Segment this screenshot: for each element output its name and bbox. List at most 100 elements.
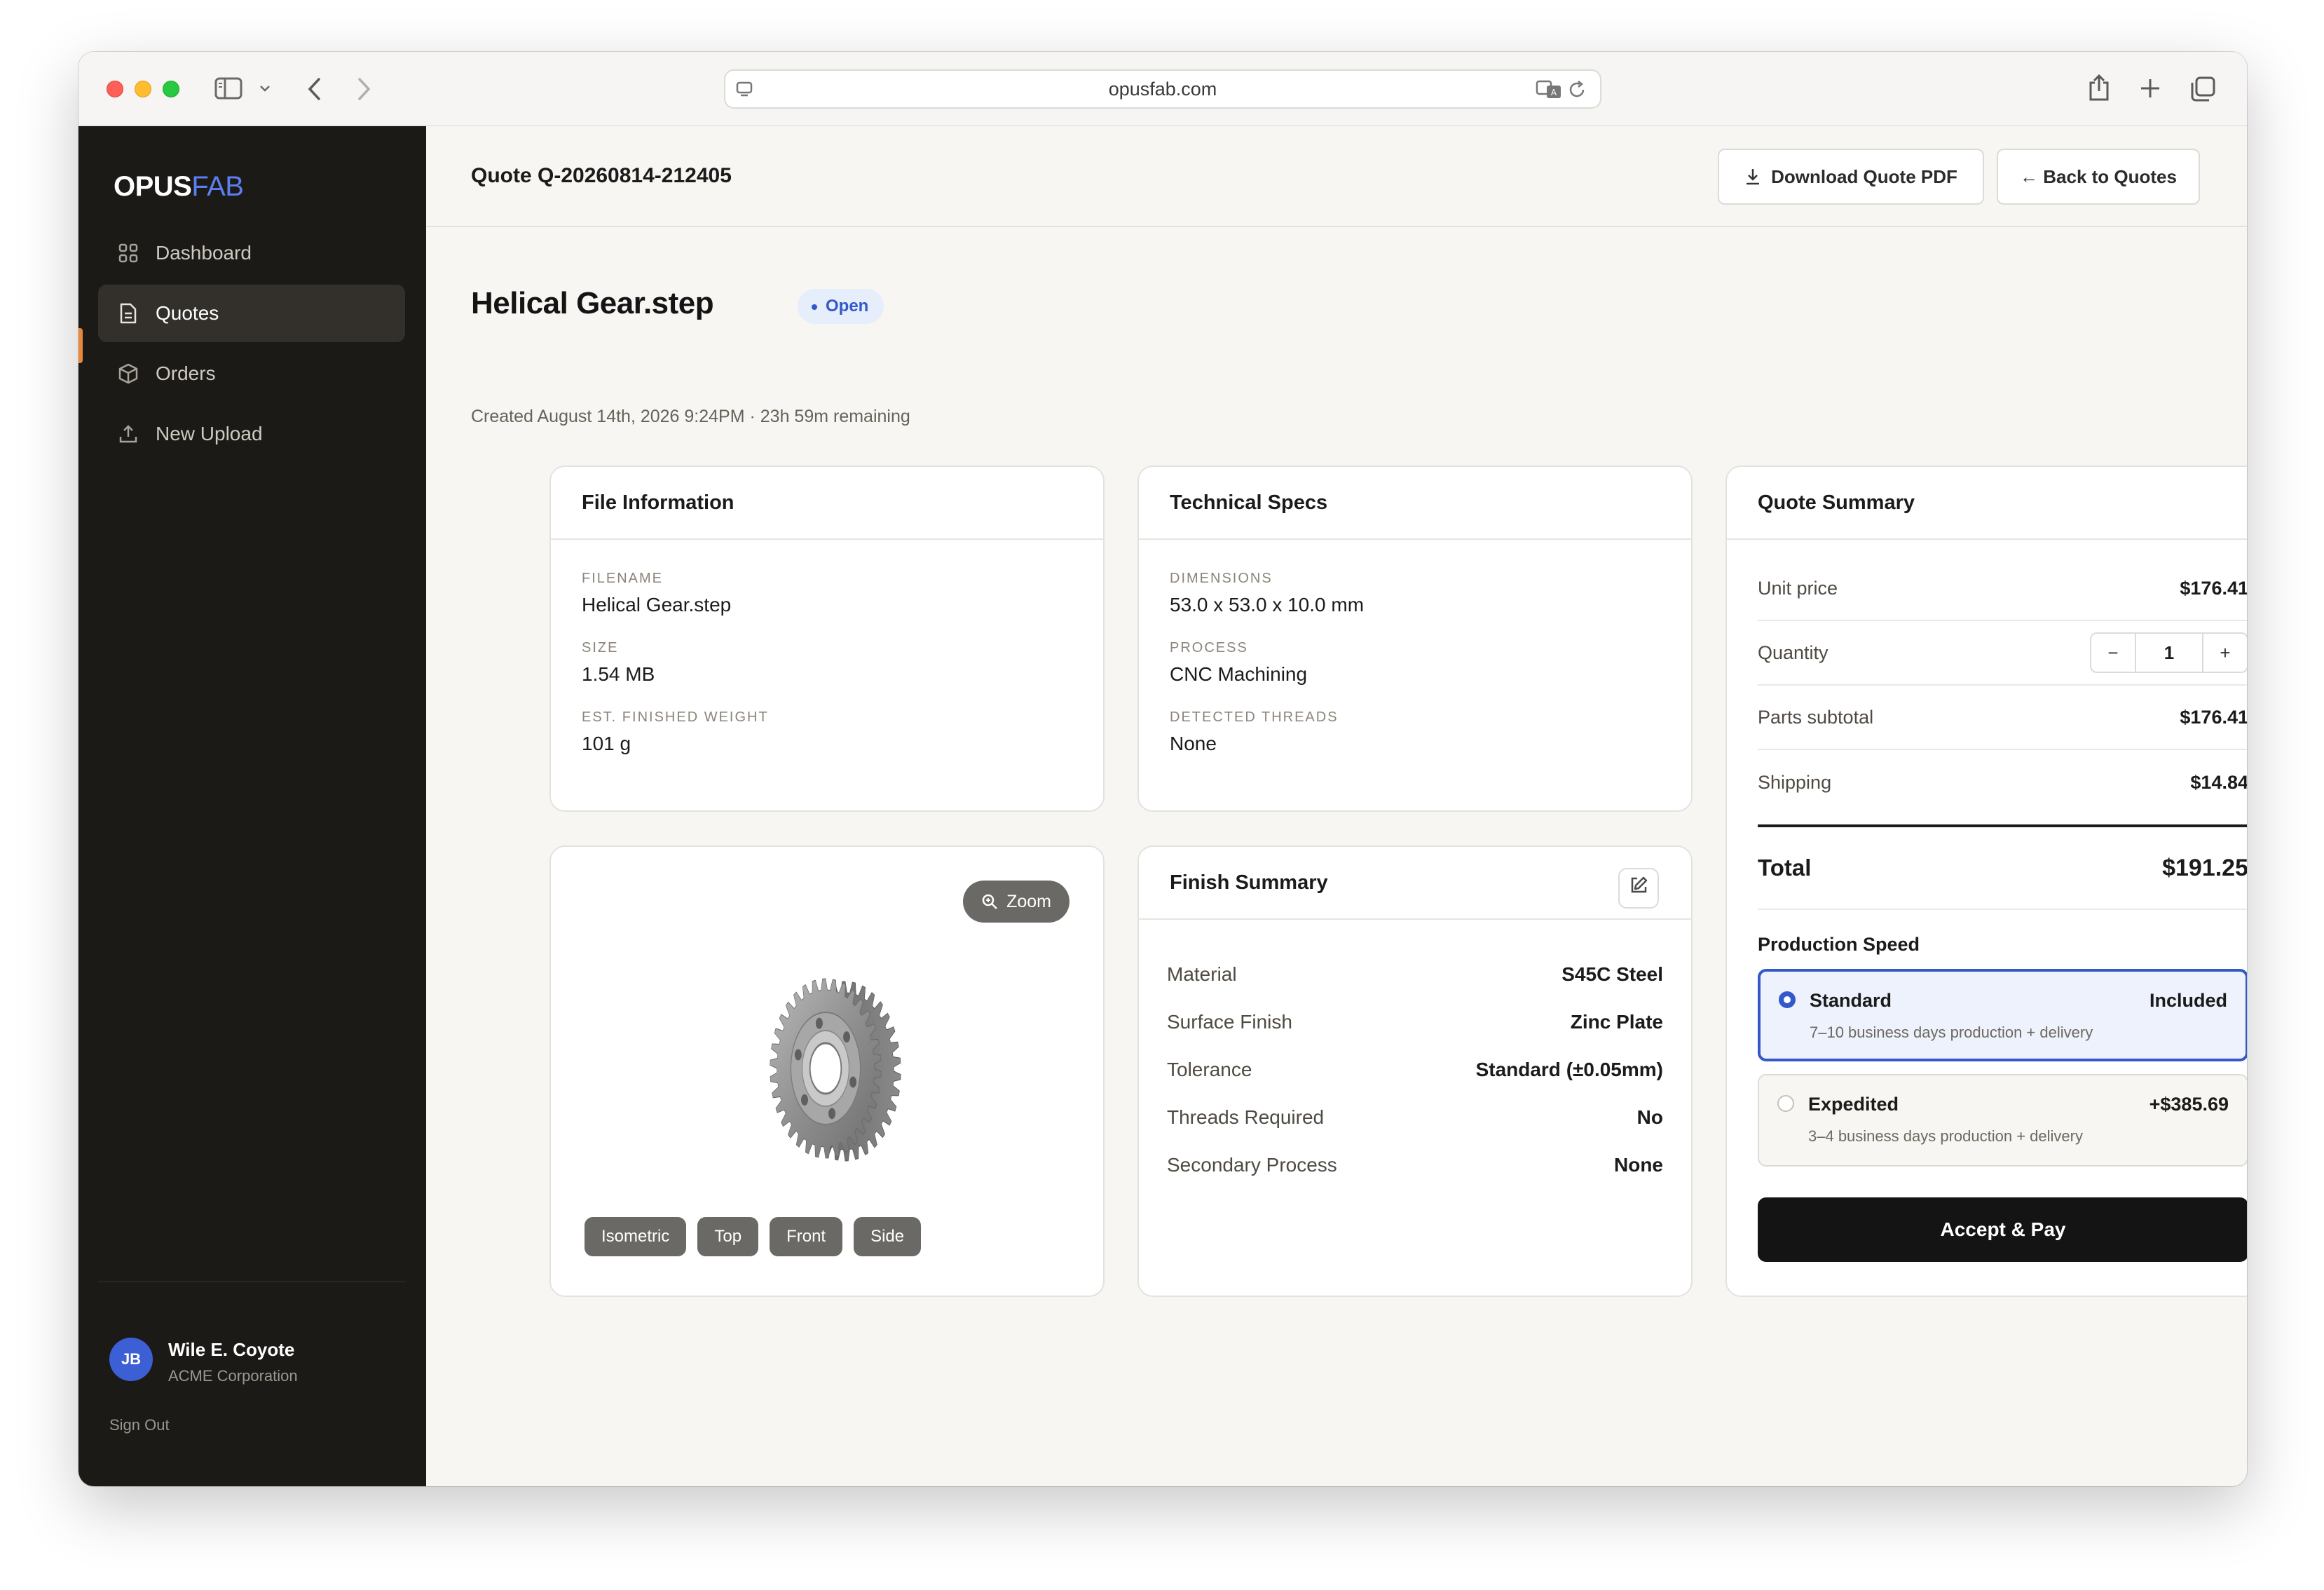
speed-description: 7–10 business days production + delivery	[1810, 1024, 2093, 1041]
gear-model-preview[interactable]	[740, 973, 922, 1169]
subtotal-value: $176.41	[2180, 706, 2247, 728]
technical-specs-card: Technical Specs DIMENSIONS 53.0 x 53.0 x…	[1137, 466, 1693, 812]
zoom-button[interactable]: Zoom	[963, 881, 1069, 923]
speed-option-standard[interactable]: Standard 7–10 business days production +…	[1758, 969, 2247, 1061]
forward-arrow-icon[interactable]	[356, 77, 371, 101]
total-row: Total $191.25	[1758, 824, 2247, 910]
radio-selected-icon[interactable]	[1779, 991, 1796, 1008]
dimensions-value: 53.0 x 53.0 x 10.0 mm	[1170, 594, 1365, 616]
model-viewer-card: Zoom Isometric Top Front Side	[549, 845, 1105, 1297]
finish-summary-header: Finish Summary	[1139, 847, 1691, 920]
sidebar-item-dashboard[interactable]: Dashboard	[98, 224, 405, 282]
finish-value: Zinc Plate	[1570, 1011, 1663, 1033]
quantity-stepper: − 1 +	[2090, 632, 2247, 673]
status-dot	[812, 304, 817, 310]
quantity-label: Quantity	[1758, 641, 1829, 663]
unit-price-label: Unit price	[1758, 577, 1838, 599]
share-icon[interactable]	[2087, 73, 2111, 102]
shipping-label: Shipping	[1758, 771, 1832, 793]
filename-label: FILENAME	[582, 571, 664, 586]
finish-label: Threads Required	[1167, 1106, 1325, 1128]
sidebar-item-label: Dashboard	[156, 242, 252, 264]
view-top-button[interactable]: Top	[697, 1217, 759, 1256]
minimize-window-button[interactable]	[135, 81, 151, 97]
download-icon	[1744, 168, 1761, 186]
card-title: Finish Summary	[1170, 871, 1328, 894]
sidebar-item-orders[interactable]: Orders	[98, 345, 405, 402]
svg-text:A: A	[1551, 88, 1557, 97]
finish-label: Tolerance	[1167, 1059, 1252, 1080]
logo[interactable]: OPUSFAB	[114, 171, 244, 203]
avatar[interactable]: JB	[109, 1338, 153, 1381]
threads-label: DETECTED THREADS	[1170, 709, 1339, 725]
accept-and-pay-button[interactable]: Accept & Pay	[1758, 1197, 2247, 1262]
quote-id: Quote Q-20260814-212405	[471, 164, 732, 187]
download-pdf-button[interactable]: Download Quote PDF	[1718, 149, 1984, 205]
status-badge: Open	[798, 289, 884, 324]
download-pdf-label: Download Quote PDF	[1771, 165, 1957, 187]
sidebar-item-label: New Upload	[156, 423, 263, 444]
address-bar[interactable]: opusfab.com A	[724, 69, 1601, 109]
grid-icon	[116, 241, 140, 265]
edit-finish-button[interactable]	[1618, 868, 1659, 909]
created-timestamp: Created August 14th, 2026 9:24PM · 23h 5…	[471, 407, 910, 426]
page-title: Helical Gear.step	[471, 286, 714, 320]
speed-name: Standard	[1810, 990, 1892, 1011]
back-to-quotes-label: ← Back to Quotes	[2020, 165, 2177, 187]
reload-icon[interactable]	[1566, 79, 1587, 105]
back-arrow-icon[interactable]	[307, 77, 322, 101]
speed-option-expedited[interactable]: Expedited 3–4 business days production +…	[1758, 1074, 2247, 1167]
size-value: 1.54 MB	[582, 663, 655, 685]
new-tab-icon[interactable]	[2139, 77, 2161, 100]
page-header: Quote Q-20260814-212405 Download Quote P…	[426, 126, 2247, 227]
view-isometric-button[interactable]: Isometric	[585, 1217, 687, 1256]
chevron-down-icon[interactable]	[259, 84, 271, 93]
quantity-decrement-button[interactable]: −	[2091, 634, 2135, 672]
view-selector: Isometric Top Front Side	[585, 1217, 922, 1256]
quote-summary-card: Quote Summary Unit price $176.41 Quantit…	[1725, 466, 2247, 1297]
dimensions-label: DIMENSIONS	[1170, 571, 1273, 586]
sidebar-toggle-icon[interactable]	[214, 77, 242, 100]
file-information-card: File Information FILENAME Helical Gear.s…	[549, 466, 1105, 812]
finish-row-surface: Surface Finish Zinc Plate	[1167, 1008, 1663, 1036]
finish-value: Standard (±0.05mm)	[1475, 1059, 1663, 1080]
finish-row-tolerance: Tolerance Standard (±0.05mm)	[1167, 1056, 1663, 1084]
user-name: Wile E. Coyote	[168, 1339, 295, 1360]
back-to-quotes-button[interactable]: ← Back to Quotes	[1997, 149, 2200, 205]
unit-price-value: $176.41	[2180, 577, 2247, 599]
speed-name: Expedited	[1808, 1094, 1899, 1115]
quantity-input[interactable]: 1	[2135, 634, 2203, 672]
sidebar-item-label: Orders	[156, 362, 216, 384]
quantity-increment-button[interactable]: +	[2203, 634, 2247, 672]
zoom-label: Zoom	[1006, 891, 1051, 911]
sign-out-link[interactable]: Sign Out	[109, 1416, 170, 1434]
speed-description: 3–4 business days production + delivery	[1808, 1127, 2083, 1145]
total-value: $191.25	[2162, 854, 2247, 881]
user-organization: ACME Corporation	[168, 1367, 298, 1385]
logo-text-secondary: FAB	[191, 171, 244, 202]
sidebar-item-quotes[interactable]: Quotes	[98, 285, 405, 342]
radio-unselected-icon[interactable]	[1777, 1095, 1794, 1112]
finish-label: Material	[1167, 963, 1237, 985]
translate-icon[interactable]: A	[1536, 79, 1562, 105]
quantity-row: Quantity − 1 +	[1758, 621, 2247, 686]
subtotal-label: Parts subtotal	[1758, 706, 1874, 728]
view-front-button[interactable]: Front	[770, 1217, 843, 1256]
finish-value: No	[1636, 1106, 1663, 1128]
production-speed-title: Production Speed	[1758, 934, 1920, 955]
close-window-button[interactable]	[107, 81, 123, 97]
tab-overview-icon[interactable]	[2189, 76, 2216, 102]
zoom-icon	[981, 893, 998, 910]
sidebar-item-label: Quotes	[156, 302, 219, 324]
site-settings-icon[interactable]	[735, 80, 753, 103]
finish-row-material: Material S45C Steel	[1167, 960, 1663, 988]
sidebar-item-new-upload[interactable]: New Upload	[98, 405, 405, 463]
view-side-button[interactable]: Side	[854, 1217, 922, 1256]
maximize-window-button[interactable]	[163, 81, 179, 97]
finish-label: Surface Finish	[1167, 1011, 1292, 1033]
document-icon	[116, 301, 140, 325]
finish-value: S45C Steel	[1561, 963, 1663, 985]
box-icon	[116, 362, 140, 386]
card-title: File Information	[551, 467, 1103, 540]
finish-summary-card: Finish Summary Material S45C Steel Surfa…	[1137, 845, 1693, 1297]
